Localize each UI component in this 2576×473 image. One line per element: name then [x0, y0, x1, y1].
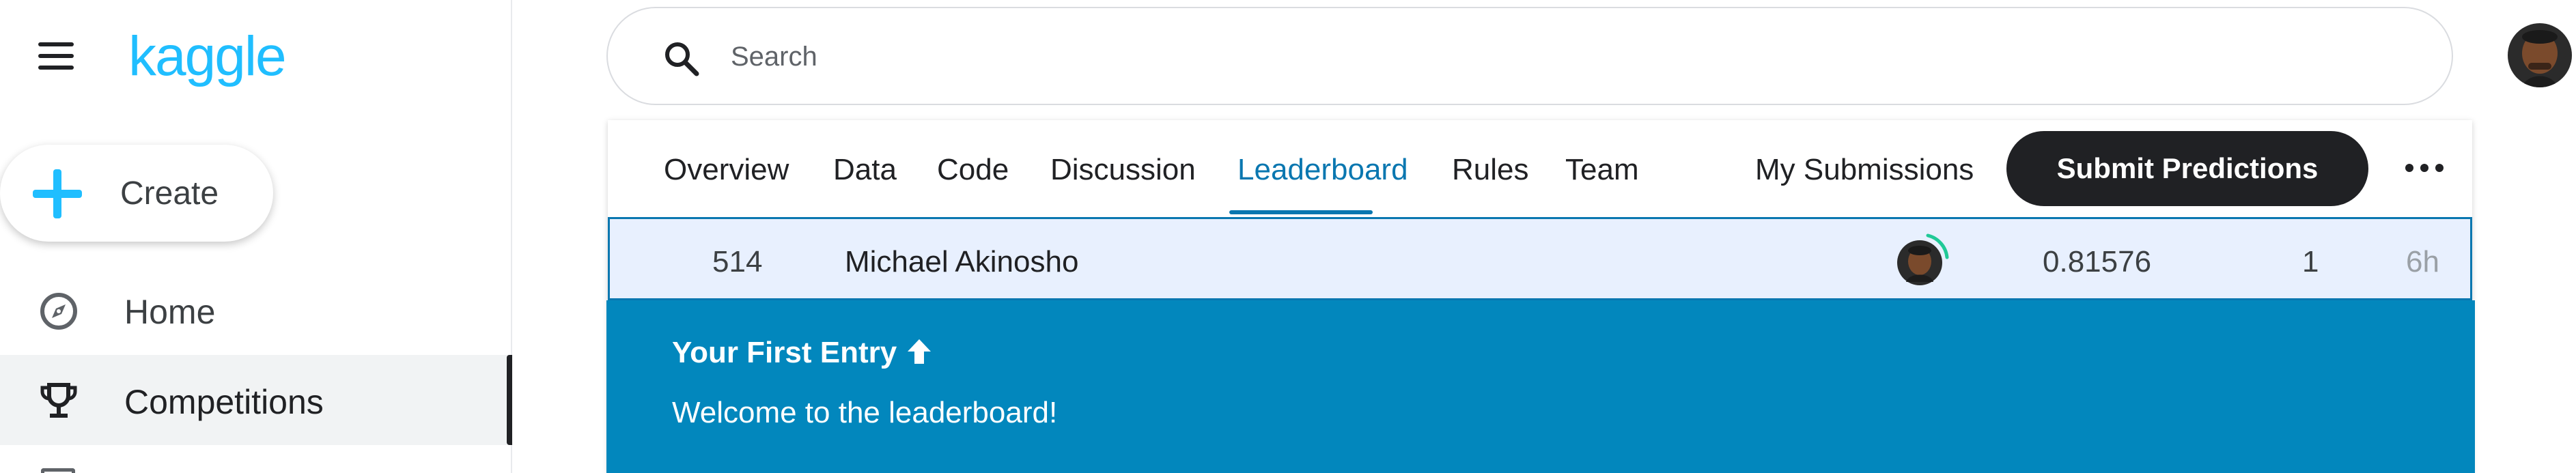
sidebar-item-label: Home [124, 293, 216, 331]
leaderboard-row[interactable]: 514 Michael Akinosho 0.81576 1 6h [608, 217, 2472, 300]
tab-leaderboard[interactable]: Leaderboard [1237, 153, 1408, 187]
tab-rules[interactable]: Rules [1452, 153, 1529, 187]
tab-discussion[interactable]: Discussion [1050, 153, 1196, 187]
create-button[interactable]: Create [0, 145, 273, 242]
more-options-icon[interactable] [2404, 147, 2445, 188]
user-avatar[interactable] [2508, 23, 2572, 87]
banner-message: Welcome to the leaderboard! [672, 396, 1058, 429]
leaderboard-score: 0.81576 [2043, 245, 2152, 278]
sidebar-item-home[interactable]: Home [0, 265, 511, 355]
leaderboard-last-submission: 6h [2406, 245, 2439, 278]
tab-code[interactable]: Code [937, 153, 1009, 187]
tab-team[interactable]: Team [1565, 153, 1639, 187]
my-submissions-link[interactable]: My Submissions [1755, 153, 1974, 187]
active-indicator [507, 355, 512, 445]
submit-predictions-button[interactable]: Submit Predictions [2006, 131, 2368, 206]
search-input[interactable] [731, 33, 2370, 81]
plus-icon [33, 169, 82, 218]
compass-icon [38, 291, 79, 332]
team-avatar[interactable] [1894, 233, 1950, 289]
sidebar-next-icon [41, 468, 75, 473]
competition-tabs: Overview Data Code Discussion Leaderboar… [608, 120, 2472, 217]
sidebar-item-competitions[interactable]: Competitions [0, 355, 512, 445]
search-bar[interactable] [606, 7, 2453, 105]
tab-data[interactable]: Data [833, 153, 897, 187]
active-tab-indicator [1229, 210, 1373, 214]
menu-icon[interactable] [36, 40, 79, 72]
banner-title: Your First Entry [672, 336, 897, 369]
leaderboard-entries: 1 [2302, 245, 2319, 278]
sidebar: kaggle Create Home Competitions [0, 0, 512, 473]
create-button-label: Create [120, 175, 219, 212]
trophy-icon [38, 381, 79, 422]
kaggle-logo[interactable]: kaggle [128, 25, 287, 89]
arrow-up-icon [906, 338, 932, 373]
competition-card: Overview Data Code Discussion Leaderboar… [606, 120, 2475, 473]
banner-title-line: Your First Entry [672, 336, 932, 373]
search-icon [662, 40, 701, 78]
leaderboard-rank: 514 [712, 245, 763, 278]
sidebar-item-label: Competitions [124, 383, 324, 421]
first-entry-banner: Your First Entry Welcome to the leaderbo… [606, 300, 2475, 473]
leaderboard-team-name[interactable]: Michael Akinosho [845, 245, 1078, 279]
tab-overview[interactable]: Overview [664, 153, 789, 187]
